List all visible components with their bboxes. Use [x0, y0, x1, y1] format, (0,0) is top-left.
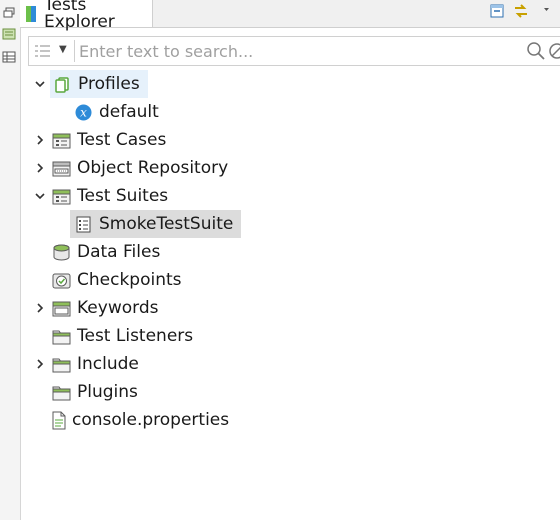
test-cases-view-icon[interactable]	[2, 27, 16, 41]
profile-variable-icon: x	[75, 104, 92, 120]
object-repository-icon	[52, 161, 71, 176]
tree-item-label: Plugins	[77, 382, 138, 402]
test-suite-icon	[76, 216, 91, 232]
tree-item-checkpoints[interactable]: Checkpoints	[52, 266, 182, 294]
tree-item-label: Checkpoints	[77, 270, 182, 290]
tree-item-console-properties[interactable]: console.properties	[50, 406, 229, 434]
tree-item-keywords[interactable]: Keywords	[52, 294, 158, 322]
restore-icon[interactable]	[2, 6, 16, 20]
chevron-right-icon[interactable]	[34, 162, 46, 174]
tree-item-test-suites[interactable]: Test Suites	[52, 182, 168, 210]
tree-item-data-files[interactable]: Data Files	[52, 238, 160, 266]
table-view-icon[interactable]	[2, 50, 16, 64]
tree-item-label: SmokeTestSuite	[99, 214, 234, 234]
chevron-right-icon[interactable]	[34, 302, 46, 314]
tests-explorer-icon	[26, 5, 36, 22]
tree-item-label: default	[99, 102, 159, 122]
folder-icon	[52, 386, 71, 400]
chevron-down-icon[interactable]	[34, 78, 46, 90]
tab-tests-explorer[interactable]: Tests Explorer	[20, 0, 153, 30]
tests-explorer-tree: Profiles x default Test Cases Object Rep…	[28, 70, 560, 520]
tree-item-object-repository[interactable]: Object Repository	[52, 154, 228, 182]
profiles-icon	[55, 76, 69, 93]
search-icon[interactable]	[526, 41, 546, 61]
tree-item-label: Keywords	[77, 298, 159, 318]
chevron-down-icon[interactable]	[34, 190, 46, 202]
tree-item-label: console.properties	[72, 410, 230, 430]
svg-text:x: x	[80, 105, 87, 119]
data-files-icon	[53, 244, 70, 260]
clear-search-icon[interactable]	[547, 41, 560, 61]
tree-item-include[interactable]: Include	[52, 350, 139, 378]
chevron-right-icon[interactable]	[34, 134, 46, 146]
tree-item-label: Include	[77, 354, 139, 374]
tree-item-label: Object Repository	[77, 158, 229, 178]
view-menu-icon[interactable]	[536, 2, 554, 20]
folder-icon	[52, 358, 71, 372]
file-icon	[52, 411, 66, 429]
filter-icon[interactable]	[33, 42, 53, 60]
test-suites-folder-icon	[52, 189, 71, 204]
tree-item-label: Test Cases	[77, 130, 167, 150]
tree-item-test-listeners[interactable]: Test Listeners	[52, 322, 193, 350]
link-with-editor-icon[interactable]	[512, 2, 530, 20]
tree-item-label: Data Files	[77, 242, 161, 262]
checkpoints-icon	[52, 273, 71, 288]
tree-item-smoketestsuite[interactable]: SmokeTestSuite	[70, 210, 242, 238]
test-cases-folder-icon	[52, 133, 71, 148]
tab-title: Tests Explorer	[44, 0, 115, 32]
collapse-all-icon[interactable]	[488, 2, 506, 20]
keywords-folder-icon	[52, 301, 71, 316]
tree-item-plugins[interactable]: Plugins	[52, 378, 138, 406]
tree-item-profiles[interactable]: Profiles	[50, 70, 148, 98]
tree-item-default[interactable]: x default	[74, 98, 159, 126]
view-tab-bar: Tests Explorer	[20, 0, 560, 30]
tree-item-label: Test Suites	[77, 186, 169, 206]
folder-icon	[52, 330, 71, 344]
chevron-right-icon[interactable]	[34, 358, 46, 370]
search-input[interactable]	[74, 40, 553, 62]
filter-dropdown-icon[interactable]: ▼	[59, 43, 69, 57]
search-bar: ▼	[28, 36, 560, 66]
tree-item-test-cases[interactable]: Test Cases	[52, 126, 166, 154]
left-side-strip	[0, 0, 21, 520]
tree-item-label: Test Listeners	[77, 326, 194, 346]
tree-item-label: Profiles	[78, 74, 140, 94]
